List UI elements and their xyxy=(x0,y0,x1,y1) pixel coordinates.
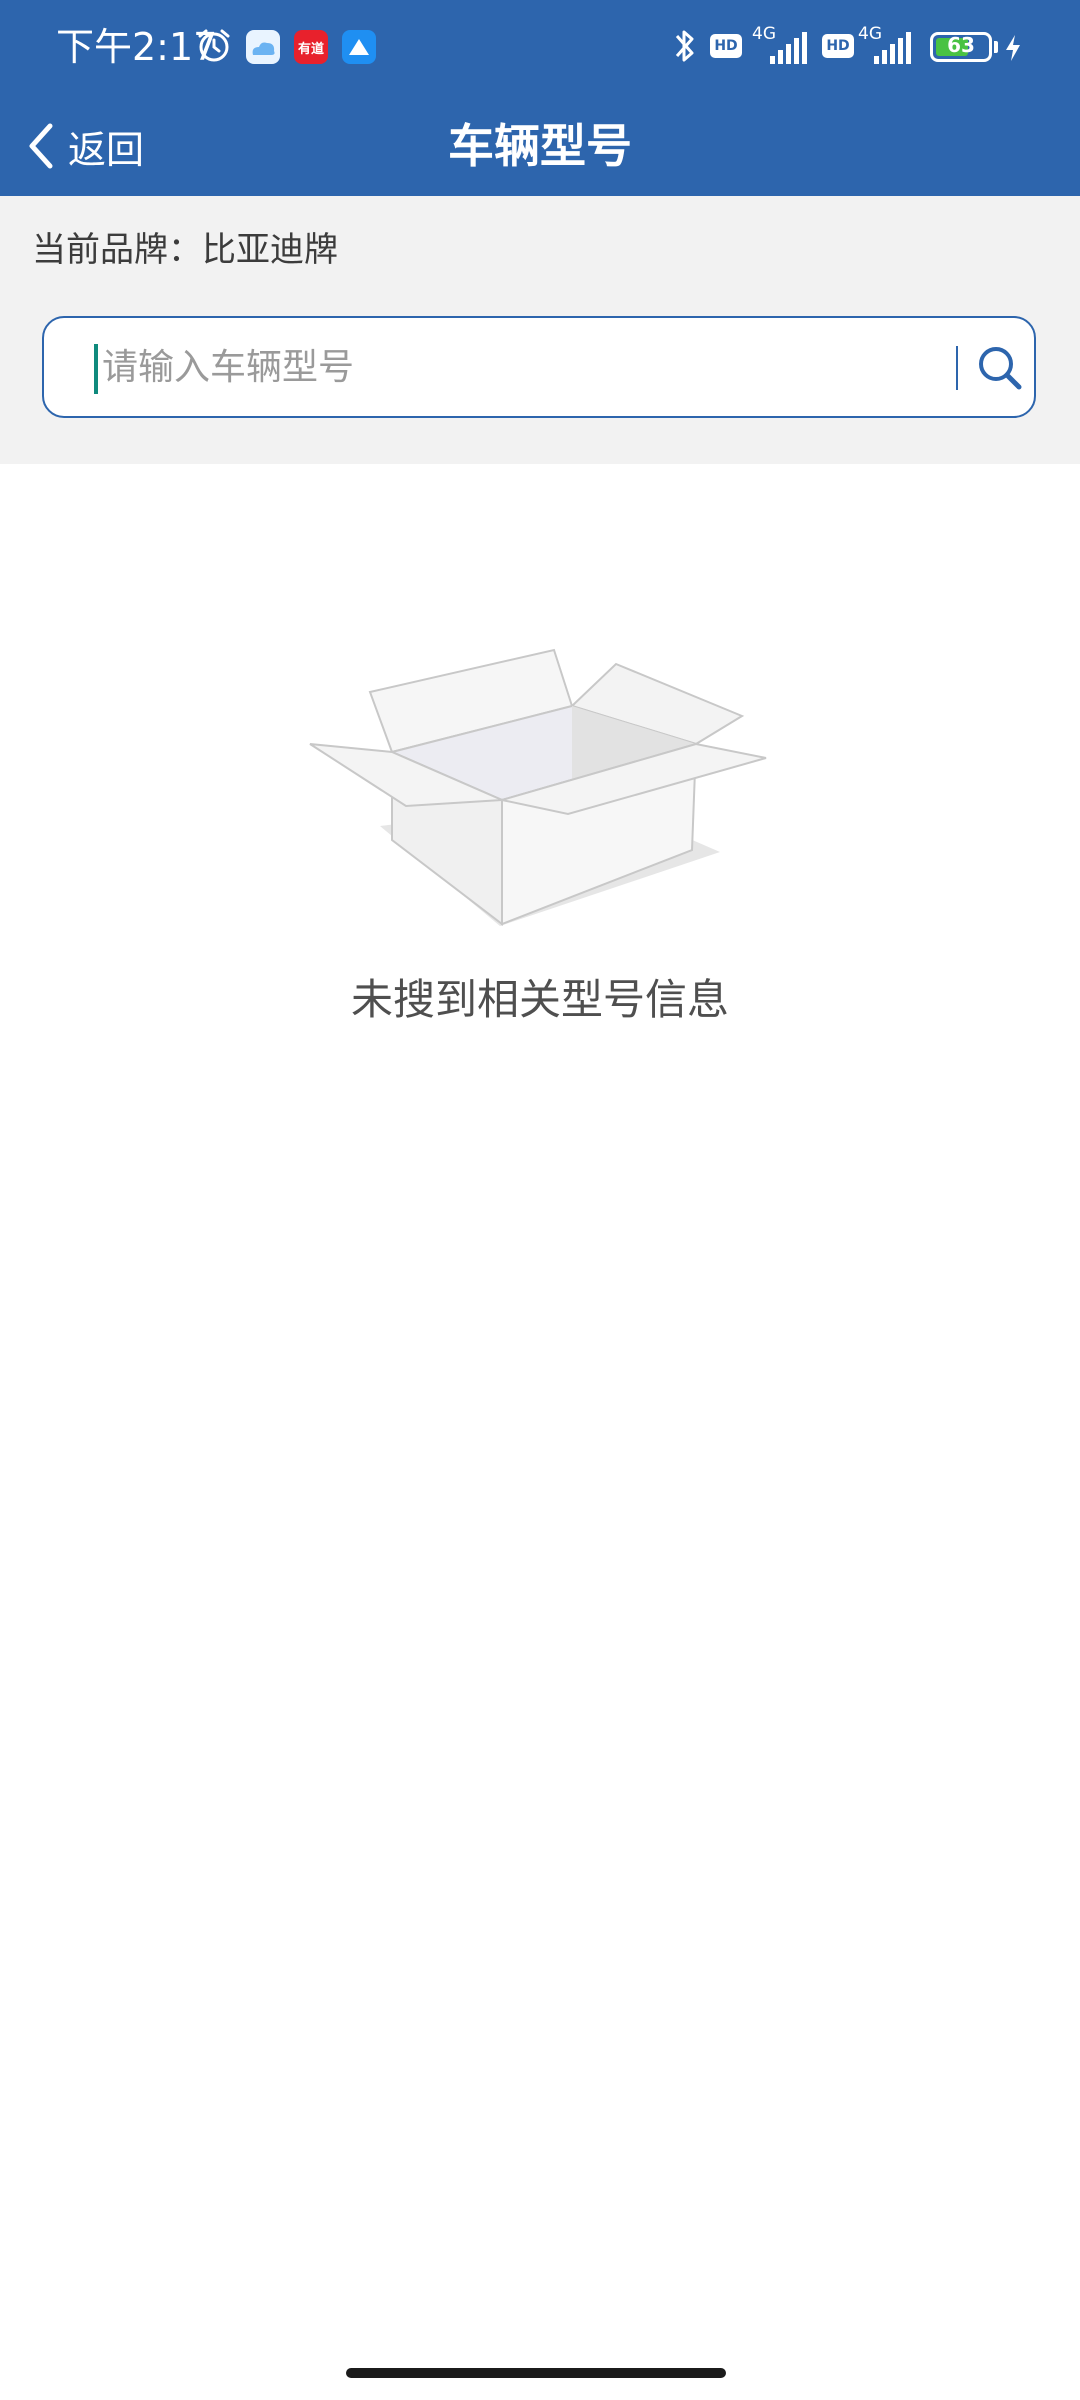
weather-app-icon xyxy=(246,30,280,64)
search-box[interactable] xyxy=(42,316,1036,418)
current-brand-label: 当前品牌：比亚迪牌 xyxy=(32,230,338,270)
blue-app-icon xyxy=(342,30,376,64)
search-divider xyxy=(956,346,958,390)
hd-voice-badge-2: HD xyxy=(822,34,854,58)
signal-strength-icon xyxy=(770,32,807,64)
vehicle-model-search-input[interactable] xyxy=(98,318,962,416)
empty-box-icon xyxy=(309,648,767,927)
search-panel: 当前品牌：比亚迪牌 xyxy=(0,196,1080,464)
signal-strength-icon-2 xyxy=(874,32,911,64)
app-header: 下午2:17 有道 HD 4G HD 4G 63 返回 车辆型号 xyxy=(0,0,1080,196)
charging-icon xyxy=(1006,35,1020,61)
alarm-icon xyxy=(198,29,230,62)
navigation-bar: 返回 车辆型号 xyxy=(0,96,1080,196)
battery-icon: 63 xyxy=(930,32,992,62)
status-bar: 下午2:17 有道 HD 4G HD 4G 63 xyxy=(0,0,1080,96)
battery-tip xyxy=(994,41,998,53)
search-icon[interactable] xyxy=(974,342,1026,394)
bluetooth-icon xyxy=(675,30,694,62)
home-indicator[interactable] xyxy=(346,2368,726,2378)
hd-voice-badge: HD xyxy=(710,34,742,58)
empty-state-message: 未搜到相关型号信息 xyxy=(350,975,729,1024)
youdao-app-icon: 有道 xyxy=(294,30,328,64)
battery-level-text: 63 xyxy=(947,33,975,57)
status-time: 下午2:17 xyxy=(56,25,218,69)
page-title: 车辆型号 xyxy=(448,119,632,173)
